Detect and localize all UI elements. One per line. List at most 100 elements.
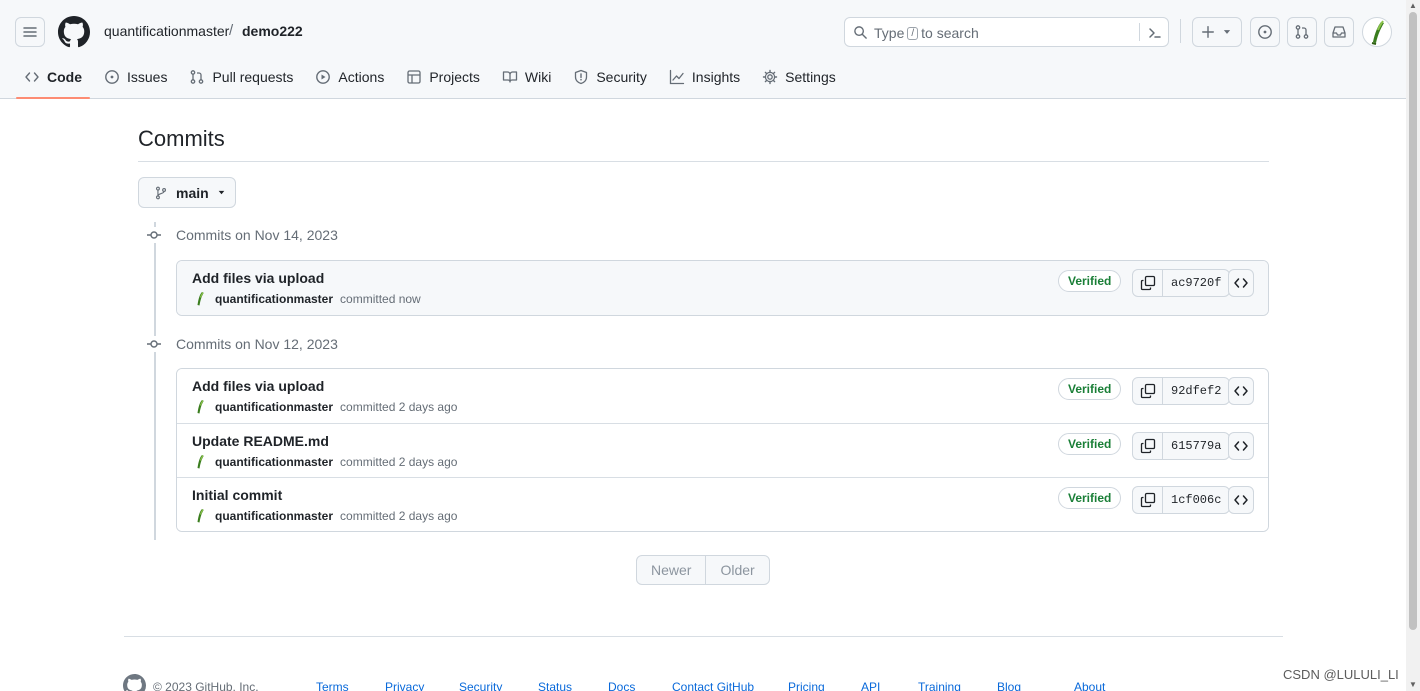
copy-icon: [1140, 492, 1155, 508]
footer-link-terms[interactable]: Terms: [316, 680, 385, 691]
commit-sha-group: ac9720f: [1132, 269, 1231, 297]
commit-message-link[interactable]: Add files via upload: [192, 378, 324, 394]
tab-actions[interactable]: Actions: [307, 58, 392, 95]
newer-button[interactable]: Newer: [637, 556, 705, 584]
tab-code-label: Code: [47, 68, 82, 85]
footer-link-blog[interactable]: Blog: [997, 680, 1074, 691]
footer-link-pricing[interactable]: Pricing: [788, 680, 861, 691]
commit-meta: quantificationmaster committed 2 days ag…: [192, 399, 457, 415]
issues-button[interactable]: [1250, 17, 1280, 47]
commit-sha-link[interactable]: 92dfef2: [1163, 378, 1229, 404]
commit-author-link[interactable]: quantificationmaster: [215, 400, 333, 414]
vertical-scrollbar[interactable]: ▲ ▼: [1406, 0, 1420, 691]
copy-sha-button[interactable]: [1133, 487, 1163, 513]
commit-message-link[interactable]: Add files via upload: [192, 270, 324, 286]
repo-name-link[interactable]: demo222: [242, 23, 303, 39]
commit-author-link[interactable]: quantificationmaster: [215, 455, 333, 469]
author-avatar[interactable]: [192, 291, 208, 307]
inbox-button[interactable]: [1324, 17, 1354, 47]
graph-icon: [669, 69, 685, 84]
footer-link-api[interactable]: API: [861, 680, 918, 691]
tab-projects[interactable]: Projects: [398, 58, 488, 95]
tab-issues[interactable]: Issues: [96, 58, 175, 95]
tab-settings[interactable]: Settings: [754, 58, 844, 95]
author-avatar[interactable]: [192, 508, 208, 524]
commit-sha-link[interactable]: 615779a: [1163, 433, 1229, 459]
command-palette-icon[interactable]: [1147, 25, 1163, 41]
copy-sha-button[interactable]: [1133, 270, 1163, 296]
repo-owner-link[interactable]: quantificationmaster: [104, 23, 229, 39]
user-avatar-image: [1371, 20, 1384, 45]
footer-link-about[interactable]: About: [1074, 680, 1105, 691]
tab-security-label: Security: [596, 68, 647, 85]
tab-pull-requests[interactable]: Pull requests: [181, 58, 301, 95]
commit-row[interactable]: Initial commit quantificationmaster comm…: [177, 477, 1268, 531]
tab-issues-label: Issues: [127, 68, 168, 85]
commit-meta: quantificationmaster committed 2 days ag…: [192, 508, 457, 524]
code-icon: [25, 71, 39, 82]
footer-link-contact[interactable]: Contact GitHub: [672, 680, 788, 691]
footer-link-privacy[interactable]: Privacy: [385, 680, 459, 691]
branch-name: main: [176, 184, 209, 201]
search-input[interactable]: Type / to search: [844, 17, 1169, 47]
repo-nav-tabs: Code Issues Pull requests Actions Projec…: [16, 58, 850, 99]
git-commit-icon: [147, 340, 161, 348]
commit-row[interactable]: Update README.md quantificationmaster co…: [177, 423, 1268, 477]
git-pull-request-icon: [1295, 25, 1309, 39]
copy-sha-button[interactable]: [1133, 378, 1163, 404]
triangle-down-icon: [1223, 30, 1231, 34]
commit-author-link[interactable]: quantificationmaster: [215, 292, 333, 306]
tab-actions-label: Actions: [338, 68, 385, 85]
git-commit-icon: [147, 231, 161, 239]
tab-insights[interactable]: Insights: [661, 58, 748, 95]
commit-time: committed 2 days ago: [340, 509, 458, 523]
footer-link-docs[interactable]: Docs: [608, 680, 672, 691]
commit-group-heading: Commits on Nov 12, 2023: [146, 336, 338, 352]
commit-group-date: Commits on Nov 14, 2023: [176, 227, 338, 243]
branch-selector-button[interactable]: main: [138, 177, 236, 208]
commit-sha-link[interactable]: 1cf006c: [1163, 487, 1229, 513]
browse-repo-button[interactable]: [1228, 486, 1254, 514]
commit-row[interactable]: Add files via upload quantificationmaste…: [177, 369, 1268, 423]
commit-message-link[interactable]: Update README.md: [192, 433, 329, 449]
commit-sha-group: 92dfef2: [1132, 377, 1231, 405]
commit-row[interactable]: Add files via upload quantificationmaste…: [177, 261, 1268, 315]
verified-badge[interactable]: Verified: [1058, 433, 1122, 455]
author-avatar[interactable]: [192, 399, 208, 415]
create-new-button[interactable]: [1192, 17, 1242, 47]
footer-link-training[interactable]: Training: [918, 680, 997, 691]
older-button[interactable]: Older: [705, 556, 768, 584]
commit-time: committed 2 days ago: [340, 455, 458, 469]
scroll-up-arrow-icon[interactable]: ▲: [1409, 2, 1417, 10]
tab-wiki[interactable]: Wiki: [494, 58, 559, 95]
footer-link-status[interactable]: Status: [538, 680, 608, 691]
browse-repo-button[interactable]: [1228, 432, 1254, 460]
commit-time: committed now: [340, 292, 421, 306]
copy-sha-button[interactable]: [1133, 433, 1163, 459]
tab-code[interactable]: Code: [16, 58, 90, 99]
commit-sha-link[interactable]: ac9720f: [1163, 270, 1229, 296]
tab-security[interactable]: Security: [565, 58, 655, 95]
footer-link-security[interactable]: Security: [459, 680, 538, 691]
scrollbar-thumb[interactable]: [1409, 12, 1417, 630]
pull-requests-button[interactable]: [1287, 17, 1317, 47]
shield-icon: [575, 69, 588, 84]
pagination: Newer Older: [636, 555, 770, 585]
verified-badge[interactable]: Verified: [1058, 270, 1122, 292]
code-icon: [1234, 278, 1248, 288]
issue-opened-icon: [1258, 25, 1272, 39]
watermark: CSDN @LULULI_LI: [1283, 667, 1399, 682]
user-avatar[interactable]: [1362, 17, 1392, 47]
commit-message-link[interactable]: Initial commit: [192, 487, 282, 503]
verified-badge[interactable]: Verified: [1058, 487, 1122, 509]
github-logo-icon[interactable]: [58, 16, 90, 48]
github-footer-logo-icon[interactable]: [123, 674, 146, 691]
browse-repo-button[interactable]: [1228, 269, 1254, 297]
browse-repo-button[interactable]: [1228, 377, 1254, 405]
scroll-down-arrow-icon[interactable]: ▼: [1409, 681, 1417, 689]
verified-badge[interactable]: Verified: [1058, 378, 1122, 400]
commit-author-link[interactable]: quantificationmaster: [215, 509, 333, 523]
repo-header: quantificationmaster / demo222 Type / to…: [0, 0, 1406, 99]
author-avatar[interactable]: [192, 454, 208, 470]
menu-button[interactable]: [15, 17, 45, 47]
